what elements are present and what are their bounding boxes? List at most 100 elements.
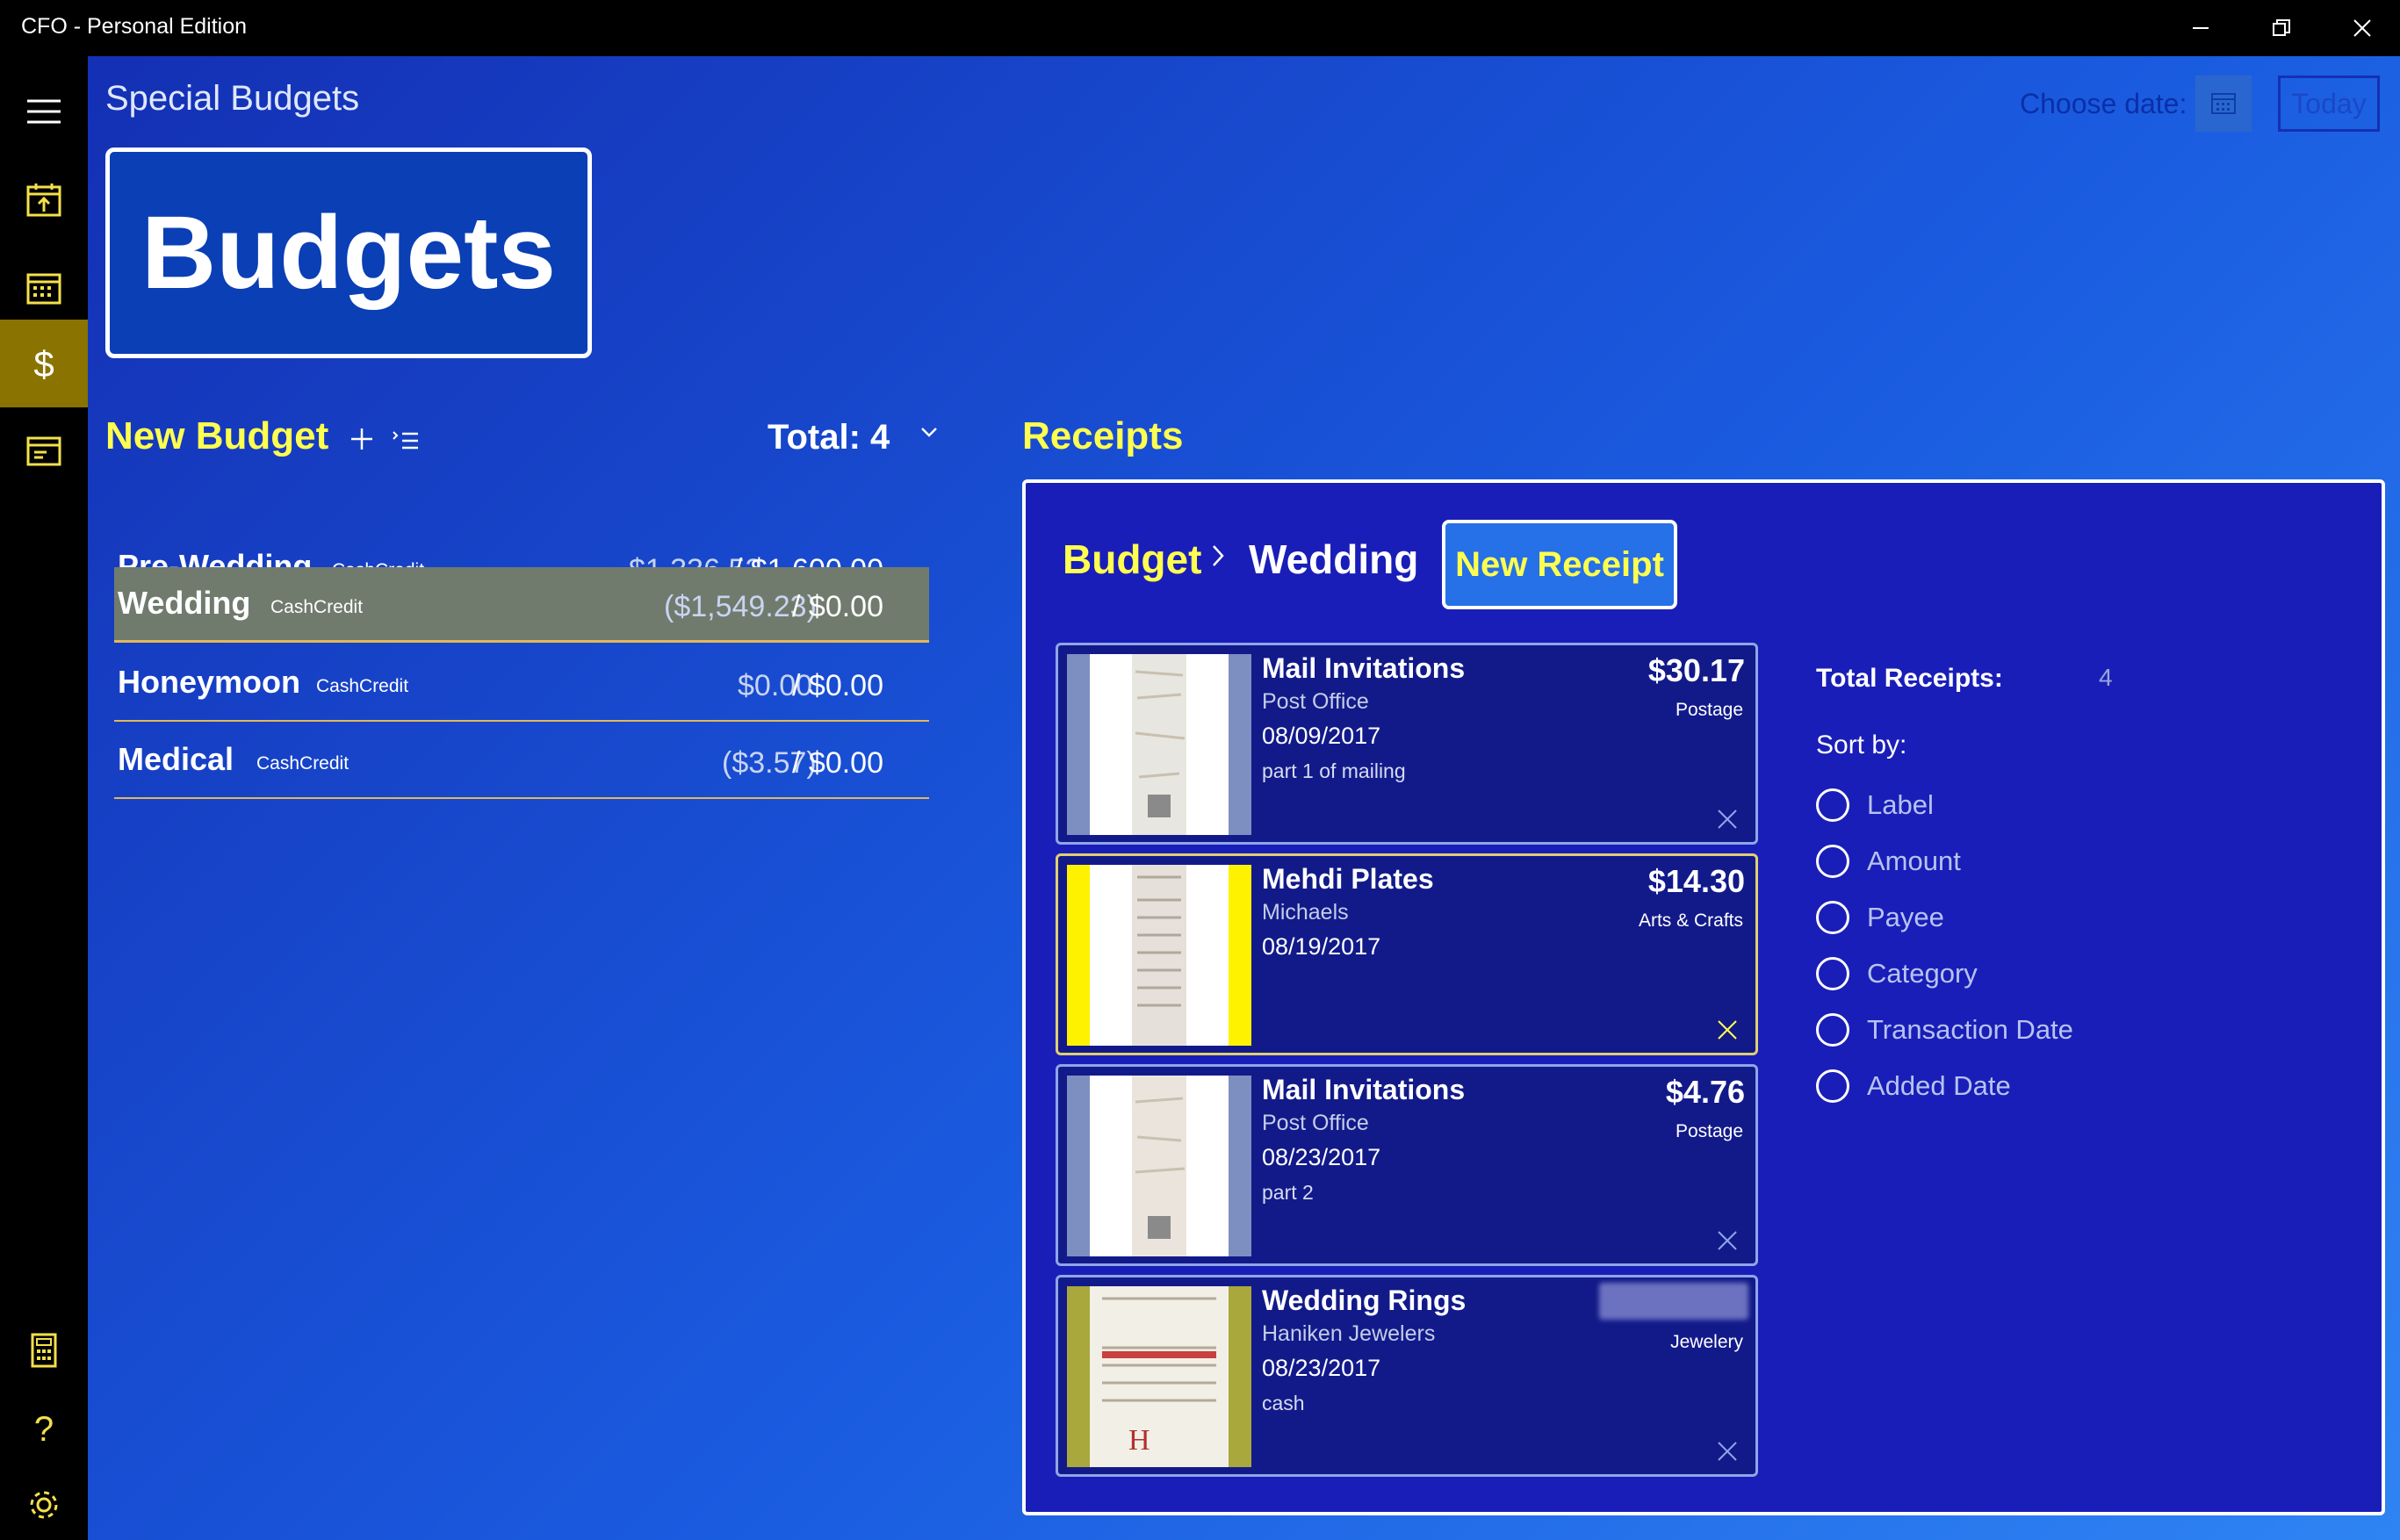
sort-option-category[interactable]: Category	[1816, 957, 1978, 990]
receipts-heading: Receipts	[1022, 414, 1184, 457]
nav-budgets[interactable]: $	[0, 320, 88, 407]
sort-option-payee[interactable]: Payee	[1816, 901, 1944, 934]
receipt-date: 08/19/2017	[1262, 933, 1381, 960]
add-budget-button[interactable]	[346, 423, 378, 455]
receipt-label: Mail Invitations	[1262, 1074, 1466, 1105]
receipt-label: Mehdi Plates	[1262, 863, 1434, 895]
budget-row-honeymoon[interactable]: Honeymoon CashCredit $0.00 / $0.00	[114, 646, 929, 722]
archive-icon	[26, 436, 61, 466]
title-bar: CFO - Personal Edition	[0, 0, 2400, 56]
budget-row-wedding[interactable]: Wedding CashCredit ($1,549.23) / $0.00	[114, 567, 929, 643]
receipt-note: part 1 of mailing	[1262, 759, 1406, 782]
receipt-thumbnail: H	[1067, 1286, 1251, 1467]
delete-receipt-button[interactable]	[1717, 1230, 1738, 1251]
logo-text: Budgets	[141, 195, 556, 311]
close-icon	[1718, 1020, 1737, 1040]
receipt-amount: $4.76	[1665, 1074, 1745, 1110]
new-receipt-button[interactable]: New Receipt	[1442, 520, 1677, 609]
hamburger-menu-button[interactable]	[0, 68, 88, 156]
receipt-thumbnail	[1067, 1076, 1251, 1256]
receipt-card[interactable]: Mail Invitations Post Office 08/09/2017 …	[1056, 643, 1758, 845]
receipt-label: Mail Invitations	[1262, 652, 1466, 684]
minimize-icon	[2193, 27, 2209, 29]
main-content: Special Budgets Choose date: Today Budge…	[88, 56, 2400, 1540]
receipt-amount: $14.30	[1647, 863, 1745, 899]
delete-receipt-button[interactable]	[1717, 1441, 1738, 1462]
chevron-down-icon	[921, 428, 937, 437]
receipt-thumbnail	[1067, 654, 1251, 835]
budget-type: CashCredit	[256, 753, 350, 774]
radio-button[interactable]	[1816, 957, 1849, 990]
sort-by-label: Sort by:	[1816, 730, 1907, 759]
today-button[interactable]: Today	[2278, 76, 2380, 132]
sort-option-text: Amount	[1867, 846, 1961, 876]
sort-option-text: Transaction Date	[1867, 1014, 2073, 1045]
sort-option-added-date[interactable]: Added Date	[1816, 1069, 2011, 1103]
sidebar: $ ?	[0, 56, 88, 1540]
sort-option-transaction-date[interactable]: Transaction Date	[1816, 1013, 2073, 1047]
budget-row-medical[interactable]: Medical CashCredit ($3.57) / $0.00	[114, 723, 929, 799]
sort-option-label[interactable]: Label	[1816, 788, 1934, 822]
plus-icon	[351, 428, 372, 450]
receipt-date: 08/23/2017	[1262, 1355, 1381, 1381]
budget-total-dropdown[interactable]	[917, 420, 941, 444]
receipt-note: cash	[1262, 1392, 1305, 1414]
receipt-card[interactable]: H Wedding Rings Haniken Jewelers 08/23/2…	[1056, 1275, 1758, 1477]
receipt-category: Postage	[1675, 1121, 1743, 1141]
receipt-card[interactable]: Mehdi Plates Michaels 08/19/2017 $14.30 …	[1056, 853, 1758, 1055]
svg-text:H: H	[1128, 1424, 1150, 1457]
new-budget-link[interactable]: New Budget	[105, 414, 328, 458]
nav-calendar[interactable]	[0, 244, 88, 332]
nav-help[interactable]: ?	[0, 1384, 88, 1472]
nav-archive[interactable]	[0, 407, 88, 495]
nav-upcoming[interactable]	[0, 156, 88, 244]
calculator-icon	[31, 1333, 57, 1368]
close-icon	[2353, 19, 2371, 37]
nav-calculator[interactable]	[0, 1306, 88, 1394]
budget-amount: / $0.00	[792, 746, 883, 780]
calendar-upload-icon	[26, 184, 61, 217]
restore-button[interactable]	[2241, 0, 2322, 56]
sort-option-amount[interactable]: Amount	[1816, 845, 1961, 878]
radio-button[interactable]	[1816, 901, 1849, 934]
date-picker-button[interactable]	[2195, 76, 2252, 132]
dollar-icon: $	[33, 345, 54, 382]
radio-button[interactable]	[1816, 1013, 1849, 1047]
close-icon	[1718, 1231, 1737, 1250]
choose-date-label: Choose date:	[2020, 88, 2187, 119]
delete-receipt-button[interactable]	[1717, 809, 1738, 830]
sort-option-text: Label	[1867, 789, 1934, 820]
receipt-card[interactable]: Mail Invitations Post Office 08/23/2017 …	[1056, 1064, 1758, 1266]
restore-icon	[2273, 19, 2290, 36]
close-button[interactable]	[2322, 0, 2400, 56]
sort-list-icon	[393, 431, 418, 450]
breadcrumb-current: Wedding	[1249, 536, 1419, 582]
budget-name: Wedding	[118, 585, 251, 621]
radio-button[interactable]	[1816, 845, 1849, 878]
sort-option-text: Category	[1867, 958, 1978, 989]
gear-icon	[30, 1491, 58, 1519]
radio-button[interactable]	[1816, 788, 1849, 822]
radio-button[interactable]	[1816, 1069, 1849, 1103]
breadcrumb-budget[interactable]: Budget	[1063, 536, 1201, 583]
window-title: CFO - Personal Edition	[21, 14, 248, 39]
receipt-category: Jewelery	[1670, 1332, 1743, 1352]
receipts-panel: Budget Wedding New Receipt Mail Invitati…	[1022, 479, 2385, 1515]
receipt-amount: $30.17	[1647, 652, 1745, 688]
receipt-category: Arts & Crafts	[1638, 910, 1743, 931]
budget-type: CashCredit	[270, 597, 364, 617]
svg-text:$: $	[33, 345, 54, 382]
total-receipts-label: Total Receipts:	[1816, 664, 2003, 693]
delete-receipt-button[interactable]	[1717, 1019, 1738, 1040]
total-receipts-value: 4	[2099, 664, 2113, 691]
receipt-payee: Post Office	[1262, 1111, 1369, 1135]
receipt-payee: Michaels	[1262, 900, 1349, 925]
sort-option-text: Added Date	[1867, 1070, 2011, 1101]
sort-budgets-button[interactable]	[390, 425, 422, 457]
nav-settings[interactable]	[0, 1461, 88, 1540]
minimize-button[interactable]	[2160, 0, 2241, 56]
receipt-thumbnail	[1067, 865, 1251, 1046]
page-title: Special Budgets	[105, 79, 360, 118]
receipt-payee: Post Office	[1262, 689, 1369, 714]
receipt-note: part 2	[1262, 1181, 1314, 1204]
